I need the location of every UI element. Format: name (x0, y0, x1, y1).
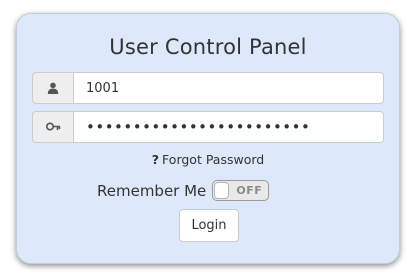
user-control-panel: User Control Panel •••••••••••••••••••••… (16, 13, 400, 264)
question-icon: ? (151, 152, 160, 167)
toggle-knob (214, 182, 230, 199)
username-input[interactable] (73, 72, 384, 104)
key-icon (32, 111, 73, 143)
forgot-password-link[interactable]: ? Forgot Password (17, 152, 399, 167)
remember-me-row: Remember Me OFF (97, 180, 270, 201)
toggle-state: OFF (236, 184, 263, 197)
remember-me-label: Remember Me (97, 181, 207, 200)
forgot-password-label: Forgot Password (162, 152, 265, 167)
password-group: •••••••••••••••••••••••• (32, 111, 384, 143)
remember-me-toggle[interactable]: OFF (212, 180, 270, 201)
panel-title: User Control Panel (109, 35, 307, 59)
login-button[interactable]: Login (179, 209, 239, 242)
password-input[interactable]: •••••••••••••••••••••••• (73, 111, 384, 143)
username-group (32, 72, 384, 104)
user-icon (32, 72, 73, 104)
